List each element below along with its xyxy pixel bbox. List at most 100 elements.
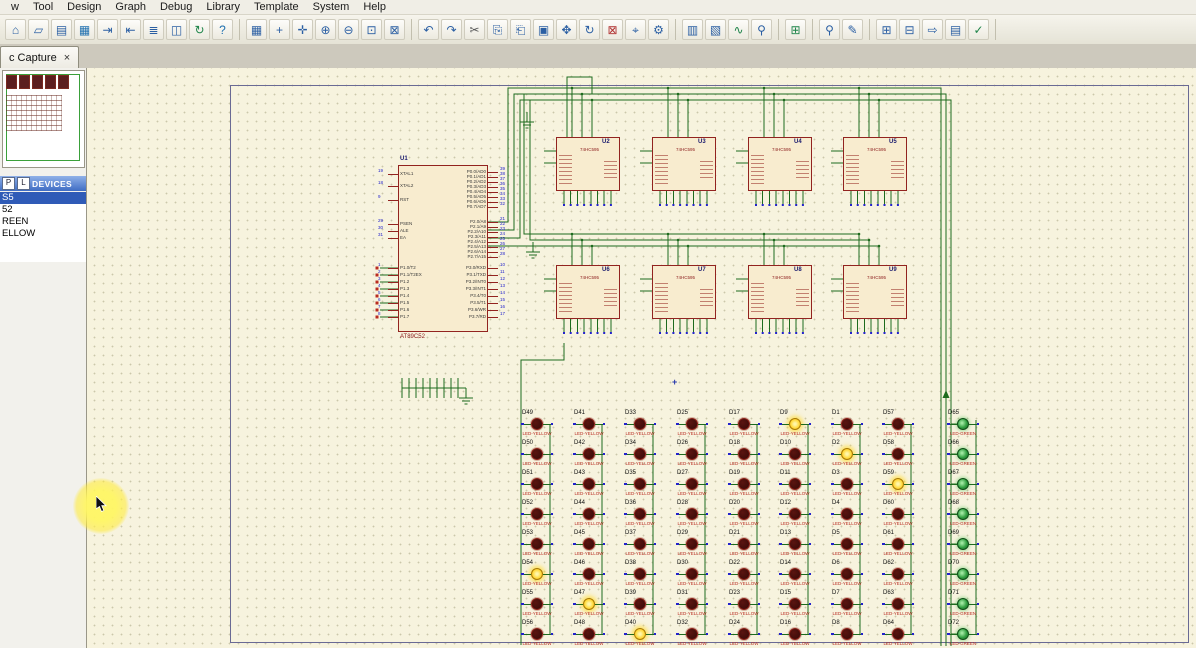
menu-item-design[interactable]: Design <box>60 1 108 13</box>
led-type-label: LED-YELLOW <box>729 551 759 556</box>
make-device-icon[interactable]: ⚙ <box>648 19 669 40</box>
led-pin-dot <box>757 482 760 485</box>
grid-toggle-icon[interactable]: ▦ <box>246 19 267 40</box>
menu-item-template[interactable]: Template <box>247 1 306 13</box>
cut-icon[interactable]: ✂ <box>464 19 485 40</box>
device-list-item[interactable]: 52 <box>0 204 86 216</box>
menu-item-debug[interactable]: Debug <box>153 1 199 13</box>
device-list-item[interactable]: REEN <box>0 216 86 228</box>
decompose-icon[interactable]: ▧ <box>705 19 726 40</box>
block-move-icon[interactable]: ✥ <box>556 19 577 40</box>
library-button[interactable]: L <box>17 177 30 190</box>
led-wire-stub <box>833 603 841 605</box>
mcu-pin <box>488 241 498 243</box>
device-list-item[interactable]: S5 <box>0 192 86 204</box>
redo-icon[interactable]: ↷ <box>441 19 462 40</box>
center-at-cursor-icon[interactable]: ✛ <box>292 19 313 40</box>
yellow-led-icon <box>841 478 853 490</box>
mcu-pin-name: ALE <box>400 228 409 233</box>
search-tag-icon[interactable]: ⚲ <box>751 19 772 40</box>
refresh-icon[interactable]: ↻ <box>189 19 210 40</box>
menu-item-system[interactable]: System <box>306 1 357 13</box>
led-ref: D16 <box>780 620 792 626</box>
tab-close-icon[interactable]: × <box>64 52 70 64</box>
device-list-item[interactable]: ELLOW <box>0 228 86 240</box>
led-pin-dot <box>947 422 950 425</box>
new-root-sheet-icon[interactable]: ⊞ <box>876 19 897 40</box>
design-explorer-icon[interactable]: ⊞ <box>785 19 806 40</box>
paste-icon[interactable]: ⎗ <box>510 19 531 40</box>
led-ref: D38 <box>625 560 637 566</box>
undo-icon[interactable]: ↶ <box>418 19 439 40</box>
led-pin-dot <box>808 632 811 635</box>
packaging-tool-icon[interactable]: ▥ <box>682 19 703 40</box>
mcu-pin <box>388 185 398 187</box>
green-led-icon <box>957 628 969 640</box>
overview-panel[interactable] <box>2 70 85 168</box>
shift-register-part: 74HC595 <box>580 147 600 152</box>
mcu-pin-name: P3.7/RD <box>468 314 486 319</box>
led-ref: D14 <box>780 560 792 566</box>
exit-to-parent-icon[interactable]: ⇨ <box>922 19 943 40</box>
block-copy-icon[interactable]: ▣ <box>533 19 554 40</box>
electrical-rule-check-icon[interactable]: ✓ <box>968 19 989 40</box>
toolbar: ⌂ ▱ ▤ ▦ ⇥ ⇤ ≣ ◫ ↻? ▦ + ✛ ⊕ ⊖ ⊡ ⊠ ↶ ↷ ✂ ⎘ ⎗ ▣ ✥ ↻ ⊠ ⌖ ⚙ ▥ ▧ ∿ ⚲ ⊞ ⚲ ✎ ⊞ ⊟ ⇨ ▤ ✓ <box>0 15 1196 44</box>
menu-item-w[interactable]: w <box>4 1 26 13</box>
find-component-icon[interactable]: ⚲ <box>819 19 840 40</box>
led-type-label: LED-YELLOW <box>625 461 655 466</box>
led-pin-dot <box>653 602 656 605</box>
led-pin-dot <box>676 422 679 425</box>
menu-item-graph[interactable]: Graph <box>108 1 153 13</box>
led-pin-dot <box>947 512 950 515</box>
mcu-pin <box>388 230 398 232</box>
led-wire-stub <box>575 483 583 485</box>
save-design-icon[interactable]: ▦ <box>74 19 95 40</box>
led-pin-dot <box>728 602 731 605</box>
led-wire-stub <box>833 573 841 575</box>
remove-sheet-icon[interactable]: ⊟ <box>899 19 920 40</box>
mark-output-area-icon[interactable]: ◫ <box>166 19 187 40</box>
shift-register-part: 74HC595 <box>772 275 792 280</box>
home-icon[interactable]: ⌂ <box>5 19 26 40</box>
wire-autorouter-icon[interactable]: ∿ <box>728 19 749 40</box>
help-icon[interactable]: ? <box>212 19 233 40</box>
led-type-label: LED-YELLOW <box>677 521 707 526</box>
led-wire-stub <box>626 603 634 605</box>
led-pin-dot <box>757 422 760 425</box>
property-assignment-icon[interactable]: ✎ <box>842 19 863 40</box>
zoom-in-icon[interactable]: ⊕ <box>315 19 336 40</box>
pick-parts-icon[interactable]: ⌖ <box>625 19 646 40</box>
pick-device-button[interactable]: P <box>2 177 15 190</box>
open-design-icon[interactable]: ▤ <box>51 19 72 40</box>
bill-of-materials-icon[interactable]: ▤ <box>945 19 966 40</box>
led-pin-dot <box>728 512 731 515</box>
block-rotate-icon[interactable]: ↻ <box>579 19 600 40</box>
ic-pin-text <box>700 289 713 307</box>
mcu-pin <box>488 226 498 228</box>
led-pin-dot <box>521 452 524 455</box>
block-delete-icon[interactable]: ⊠ <box>602 19 623 40</box>
export-section-icon[interactable]: ⇤ <box>120 19 141 40</box>
overview-ic-thumb <box>32 75 43 89</box>
mcu-pin-name: P1.2 <box>400 279 410 284</box>
led-pin-dot <box>550 542 553 545</box>
copy-icon[interactable]: ⎘ <box>487 19 508 40</box>
menu-item-library[interactable]: Library <box>199 1 247 13</box>
zoom-all-icon[interactable]: ⊠ <box>384 19 405 40</box>
mcu-pin-number: 14 <box>500 290 506 295</box>
tab-schematic-capture[interactable]: c Capture × <box>0 46 80 68</box>
mcu-pin-number: 5 <box>378 290 381 295</box>
import-section-icon[interactable]: ⇥ <box>97 19 118 40</box>
new-design-icon[interactable]: ▱ <box>28 19 49 40</box>
zoom-area-icon[interactable]: ⊡ <box>361 19 382 40</box>
led-pin-dot <box>779 602 782 605</box>
print-icon[interactable]: ≣ <box>143 19 164 40</box>
led-pin-dot <box>653 452 656 455</box>
zoom-out-icon[interactable]: ⊖ <box>338 19 359 40</box>
schematic-canvas[interactable]: U1 AT89C52 XTAL1 19 XTAL2 18 RST 9 PSEN 29 ALE 30 EA… <box>87 68 1196 648</box>
led-type-label: LED-YELLOW <box>522 461 552 466</box>
menu-item-help[interactable]: Help <box>356 1 393 13</box>
led-type-label: LED-YELLOW <box>883 611 913 616</box>
menu-item-tool[interactable]: Tool <box>26 1 60 13</box>
false-origin-icon[interactable]: + <box>269 19 290 40</box>
